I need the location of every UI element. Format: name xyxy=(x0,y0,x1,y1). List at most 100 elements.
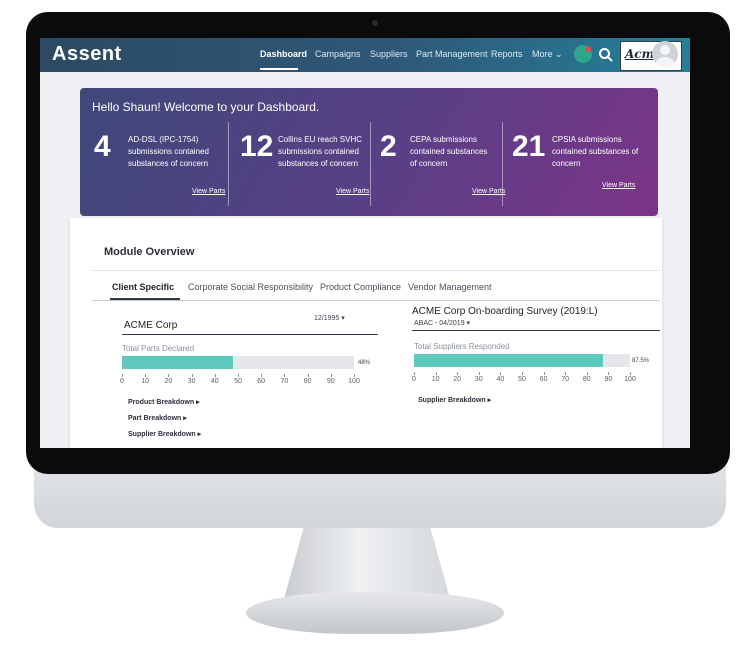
stat-card-cpsia: 21 CPSIA submissions contained substance… xyxy=(512,130,652,210)
monitor-stand-base xyxy=(246,592,504,634)
left-axis-tick-label: 100 xyxy=(348,378,360,385)
left-axis-tick-label: 30 xyxy=(187,378,196,385)
right-axis-tick xyxy=(608,372,610,375)
stat-card-cepa: 2 CEPA submissions contained substances … xyxy=(380,130,500,210)
right-date-dropdown[interactable]: ABAC - 04/2019 ▾ xyxy=(414,319,470,327)
right-axis-tick-label: 100 xyxy=(624,376,636,383)
tab-vendor-management[interactable]: Vendor Management xyxy=(408,282,492,292)
nav-suppliers[interactable]: Suppliers xyxy=(370,49,408,59)
right-progress-track xyxy=(414,354,630,367)
stat-number: 4 xyxy=(94,130,111,163)
nav-reports[interactable]: Reports xyxy=(491,49,523,59)
right-card-title: ACME Corp On-boarding Survey (2019:L) xyxy=(412,306,598,317)
left-axis-tick-label: 80 xyxy=(303,378,312,385)
stat-description: CEPA submissions contained substances of… xyxy=(410,135,488,168)
left-axis-tick-label: 10 xyxy=(141,378,150,385)
welcome-title: Hello Shaun! Welcome to your Dashboard. xyxy=(92,100,320,114)
supplier-breakdown-link-right[interactable]: Supplier Breakdown ▸ xyxy=(418,396,491,404)
right-axis-tick-label: 30 xyxy=(474,376,483,383)
welcome-panel: Hello Shaun! Welcome to your Dashboard. … xyxy=(80,88,658,216)
right-axis-tick xyxy=(478,372,480,375)
view-parts-link-4[interactable]: View Parts xyxy=(602,182,635,189)
tab-corporate-social-responsibility[interactable]: Corporate Social Responsibility xyxy=(188,282,313,292)
right-axis-tick-label: 90 xyxy=(604,376,613,383)
right-axis-tick-label: 40 xyxy=(496,376,505,383)
search-icon[interactable] xyxy=(598,47,614,63)
left-axis-tick-label: 60 xyxy=(257,378,266,385)
left-axis-tick xyxy=(354,374,355,377)
product-breakdown-link[interactable]: Product Breakdown ▸ xyxy=(128,398,200,406)
left-axis-tick xyxy=(191,374,193,377)
left-card-title: ACME Corp xyxy=(124,320,178,331)
supplier-breakdown-link-left[interactable]: Supplier Breakdown ▸ xyxy=(128,430,201,438)
right-axis-tick xyxy=(500,372,502,375)
left-bar-label: Total Parts Declared xyxy=(122,344,195,353)
tab-product-compliance[interactable]: Product Compliance xyxy=(320,282,401,292)
left-date-dropdown[interactable]: 12/1995 ▾ xyxy=(314,314,345,322)
right-axis-tick xyxy=(630,372,631,375)
module-overview-panel: Module Overview Client Specific Corporat… xyxy=(70,218,662,448)
view-parts-link-3[interactable]: View Parts xyxy=(472,188,505,195)
right-bar-label: Total Suppliers Responded xyxy=(414,342,510,351)
right-axis-tick xyxy=(586,372,588,375)
right-axis-tick-label: 0 xyxy=(412,376,416,383)
right-axis-tick xyxy=(457,372,459,375)
part-breakdown-link[interactable]: Part Breakdown ▸ xyxy=(128,414,187,422)
right-axis-tick-label: 50 xyxy=(518,376,526,383)
section-divider xyxy=(92,270,660,271)
right-axis-tick-label: 70 xyxy=(561,376,570,383)
right-card-underline xyxy=(412,330,660,331)
right-progress-axis: 0 10 20 30 40 50 60 70 80 90 100 xyxy=(412,372,636,383)
right-axis-tick xyxy=(414,372,415,375)
right-axis-tick xyxy=(565,372,567,375)
tab-baseline xyxy=(92,300,660,301)
left-axis-tick-label: 90 xyxy=(326,378,335,385)
left-axis-tick-label: 40 xyxy=(210,378,219,385)
left-axis-tick-label: 0 xyxy=(120,378,124,385)
stat-divider xyxy=(502,122,503,206)
left-progress-percent: 48% xyxy=(358,360,371,366)
left-axis-tick-label: 70 xyxy=(280,378,289,385)
nav-part-management[interactable]: Part Management xyxy=(416,49,488,59)
right-axis-tick-label: 20 xyxy=(453,376,462,383)
stat-number: 12 xyxy=(240,130,274,163)
left-axis-tick xyxy=(284,374,286,377)
left-axis-tick xyxy=(330,374,332,377)
right-axis-tick-label: 80 xyxy=(582,376,591,383)
right-axis-tick xyxy=(522,372,523,375)
notification-bell-icon[interactable] xyxy=(574,45,592,63)
active-nav-indicator xyxy=(260,68,298,70)
stat-divider xyxy=(228,122,229,206)
right-progress-percent: 87.5% xyxy=(632,358,650,364)
right-axis-tick-label: 60 xyxy=(539,376,548,383)
left-axis-tick-label: 20 xyxy=(164,378,173,385)
view-parts-link-1[interactable]: View Parts xyxy=(192,188,225,195)
camera-dot xyxy=(372,20,378,26)
tab-client-specific[interactable]: Client Specific xyxy=(112,282,174,292)
stat-number: 2 xyxy=(380,130,397,163)
top-navbar: Assent Dashboard Campaigns Suppliers Par… xyxy=(40,38,690,72)
nav-more[interactable]: More ⌄ xyxy=(532,49,563,60)
stat-description: AD-DSL (IPC-1754) submissions contained … xyxy=(128,135,209,168)
stat-card-collins: 12 Collins EU reach SVHC submissions con… xyxy=(240,130,370,210)
left-progress-track xyxy=(122,356,354,369)
nav-campaigns[interactable]: Campaigns xyxy=(315,49,361,59)
left-progress-axis: 0 10 20 30 40 50 60 70 80 90 100 xyxy=(120,374,360,385)
stat-divider xyxy=(370,122,371,206)
view-parts-link-2[interactable]: View Parts xyxy=(336,188,369,195)
user-avatar[interactable] xyxy=(652,41,678,67)
assent-logo[interactable]: Assent xyxy=(52,43,122,66)
left-progress-fill xyxy=(122,356,234,369)
nav-dashboard[interactable]: Dashboard xyxy=(260,49,307,59)
right-progress-fill xyxy=(414,354,603,367)
left-axis-tick xyxy=(168,374,170,377)
right-axis-tick-label: 10 xyxy=(431,376,440,383)
stat-description: Collins EU reach SVHC submissions contai… xyxy=(278,135,363,168)
stat-card-ad-dsl: 4 AD-DSL (IPC-1754) submissions containe… xyxy=(94,130,224,210)
stat-description: CPSIA submissions contained substances o… xyxy=(552,135,639,168)
left-axis-tick-label: 50 xyxy=(234,378,242,385)
screen: Assent Dashboard Campaigns Suppliers Par… xyxy=(40,38,690,448)
module-title: Module Overview xyxy=(104,246,195,258)
left-card-underline xyxy=(122,334,378,335)
left-axis-tick xyxy=(145,374,147,377)
